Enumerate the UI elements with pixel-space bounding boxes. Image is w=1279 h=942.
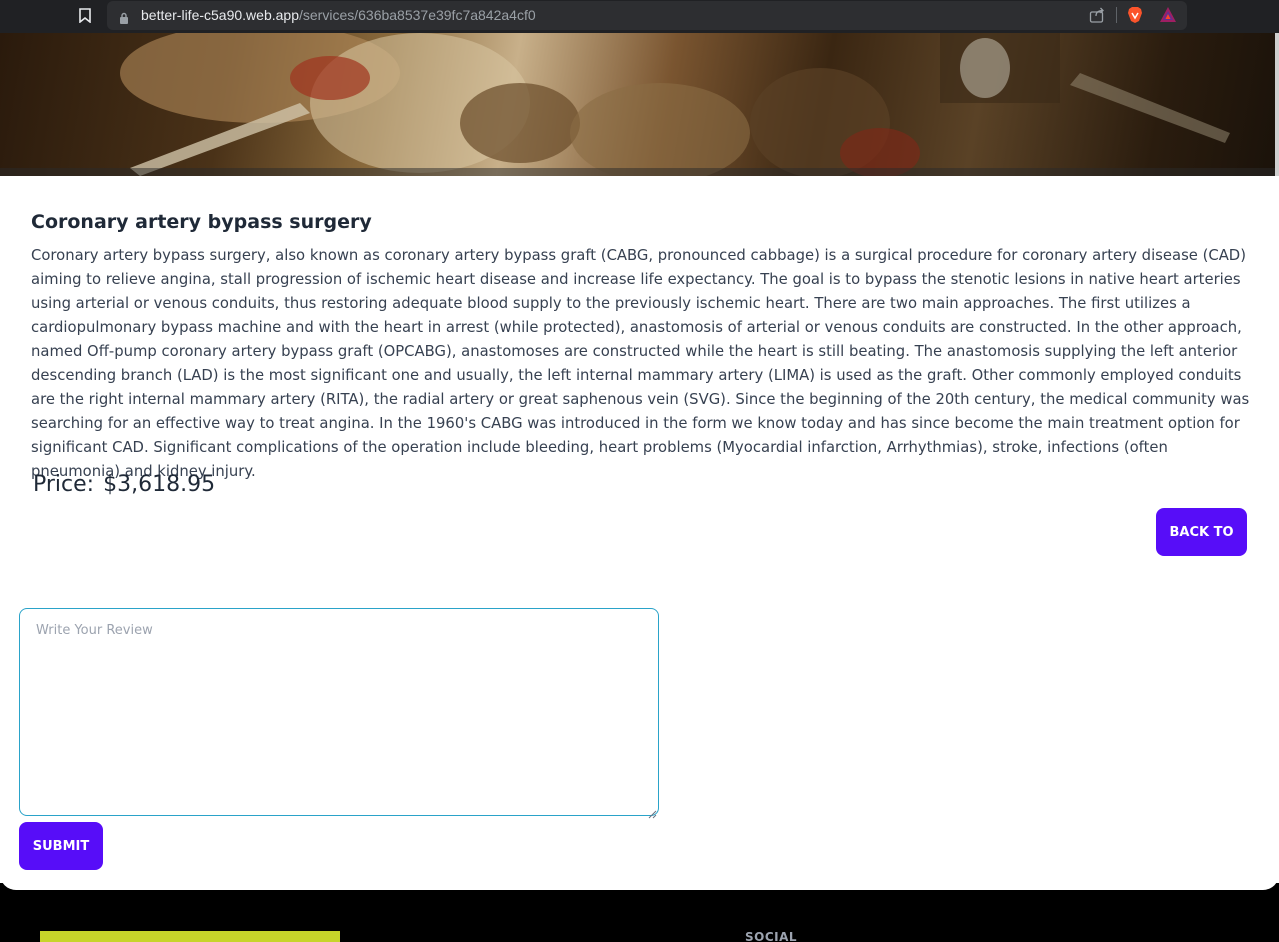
hero-illustration — [0, 33, 1279, 176]
content-bottom-edge — [0, 870, 1279, 890]
url-path: /services/636ba8537e39fc7a842a4cf0 — [299, 7, 536, 23]
brave-shield-icon[interactable] — [1127, 6, 1143, 24]
review-textarea[interactable] — [19, 608, 659, 816]
brave-rewards-icon[interactable] — [1159, 6, 1177, 24]
service-description: Coronary artery bypass surgery, also kno… — [31, 247, 1250, 480]
bookmark-icon[interactable] — [78, 6, 92, 24]
footer-logo — [40, 931, 340, 942]
browser-toolbar: better-life-c5a90.web.app/services/636ba… — [0, 0, 1279, 33]
footer-social-heading: SOCIAL — [745, 930, 798, 942]
url-text: better-life-c5a90.web.app/services/636ba… — [141, 7, 536, 23]
hero-image — [0, 33, 1279, 176]
hero-edge — [1275, 33, 1279, 176]
share-icon[interactable] — [1089, 7, 1105, 23]
service-title: Coronary artery bypass surgery — [31, 211, 372, 233]
back-button[interactable]: BACK TO — [1156, 508, 1247, 556]
toolbar-separator — [1116, 7, 1117, 23]
resize-grip-icon[interactable] — [648, 804, 657, 819]
service-price: Price: $3,618.95 — [31, 472, 215, 497]
price-label: Price: — [33, 472, 95, 497]
address-bar[interactable]: better-life-c5a90.web.app/services/636ba… — [107, 1, 1187, 30]
price-value: $3,618.95 — [103, 472, 216, 497]
url-domain: better-life-c5a90.web.app — [141, 7, 299, 23]
submit-button[interactable]: SUBMIT — [19, 822, 103, 870]
lock-icon[interactable] — [119, 9, 129, 24]
